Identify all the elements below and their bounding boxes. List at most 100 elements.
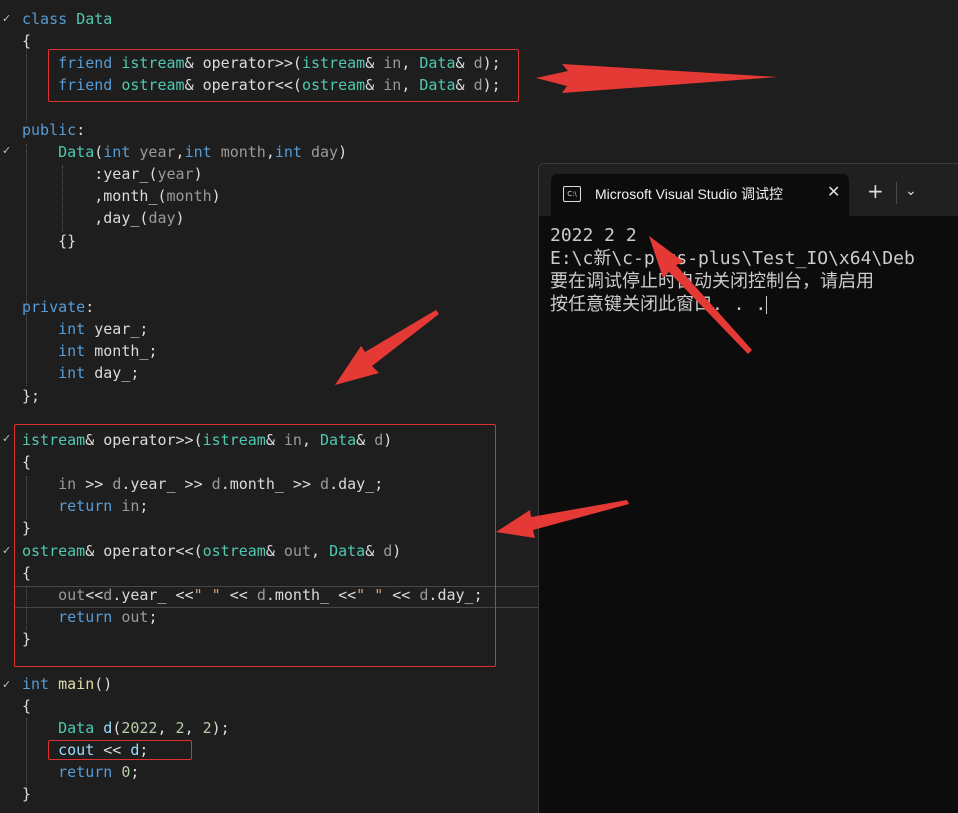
code-token: , <box>265 142 275 161</box>
code-token: Data <box>76 10 113 28</box>
code-token: ); <box>211 718 230 737</box>
console-tab-bar: C:\ Microsoft Visual Studio 调试控 ✕ + ⌄ <box>539 164 958 216</box>
code-line: { <box>22 695 31 717</box>
code-token: month_ <box>103 187 158 206</box>
console-prompt-text: 按任意键关闭此窗口. . . <box>550 294 767 315</box>
code-token: day <box>148 209 176 228</box>
code-line: Data d(2022, 2, 2); <box>22 717 230 739</box>
text-cursor <box>766 296 768 314</box>
fold-chevron-icon[interactable]: ✓ <box>2 13 11 24</box>
code-token: 2 <box>175 718 185 737</box>
friend-declarations-highlight-box <box>48 49 519 102</box>
code-token: , <box>22 209 104 228</box>
code-token: ; <box>148 342 158 361</box>
code-token: ; <box>130 763 140 782</box>
code-token: , <box>184 718 203 737</box>
console-tab-title: Microsoft Visual Studio 调试控 <box>595 186 784 202</box>
code-line: {} <box>22 230 76 252</box>
code-token: Data <box>58 142 95 161</box>
code-token: , <box>22 187 104 206</box>
fold-chevron-icon[interactable]: ✓ <box>2 545 11 556</box>
code-line: }; <box>22 385 40 407</box>
console-output-line: 按任意键关闭此窗口. . . <box>550 293 768 316</box>
code-token: int <box>22 674 59 693</box>
code-token: , <box>175 142 185 161</box>
code-line: public: <box>22 119 85 141</box>
console-output-line: E:\c新\c-plus-plus\Test_IO\x64\Deb <box>550 248 915 269</box>
code-token: int <box>274 142 311 161</box>
code-line: int year_; <box>22 318 148 340</box>
code-token: day <box>311 142 339 161</box>
code-token: : <box>76 120 86 139</box>
code-token: year <box>157 165 194 184</box>
code-token: }; <box>22 386 41 405</box>
code-line: return 0; <box>22 761 139 783</box>
code-token: () <box>94 674 113 693</box>
fold-chevron-icon[interactable]: ✓ <box>2 433 11 444</box>
operator-overloads-highlight-box <box>14 424 496 667</box>
code-token: {} <box>22 231 77 250</box>
code-token: Data <box>58 718 104 737</box>
code-token: int <box>184 142 221 161</box>
code-token: { <box>22 32 32 51</box>
code-line: ,month_(month) <box>22 185 221 207</box>
fold-chevron-icon[interactable]: ✓ <box>2 145 11 156</box>
code-token: 2022 <box>121 718 158 737</box>
code-token: int <box>58 342 95 361</box>
code-token: class <box>22 10 77 28</box>
code-line: :year_(year) <box>22 163 203 185</box>
code-token: ; <box>130 364 140 383</box>
code-token: day_ <box>103 209 140 228</box>
code-token: month_ <box>94 342 149 361</box>
code-token: ( <box>94 142 104 161</box>
code-token: { <box>22 696 32 715</box>
code-token: month <box>220 142 266 161</box>
debug-console-window[interactable]: C:\ Microsoft Visual Studio 调试控 ✕ + ⌄ 20… <box>538 163 958 813</box>
code-line: int main() <box>22 673 112 695</box>
chevron-down-icon[interactable]: ⌄ <box>905 183 917 199</box>
code-token: private <box>22 297 86 316</box>
code-line: int day_; <box>22 362 139 384</box>
code-token: main <box>58 674 95 693</box>
code-token: int <box>58 320 95 339</box>
console-output-line: 要在调试停止时自动关闭控制台，请启用 <box>550 271 874 292</box>
code-token: } <box>22 785 32 804</box>
code-token: year <box>139 142 176 161</box>
code-line: int month_; <box>22 340 157 362</box>
code-token: ) <box>211 187 221 206</box>
code-token: ; <box>139 320 149 339</box>
code-token: : <box>85 297 95 316</box>
code-token: return <box>58 763 122 782</box>
code-token: : <box>22 165 104 184</box>
code-line: private: <box>22 296 94 318</box>
code-line: { <box>22 30 31 52</box>
code-token: ( <box>157 187 167 206</box>
code-token: int <box>103 142 140 161</box>
code-line: Data(int year,int month,int day) <box>22 141 347 163</box>
terminal-icon: C:\ <box>563 186 581 202</box>
code-line: class Data <box>22 8 112 30</box>
tab-divider <box>896 182 897 204</box>
code-token: ) <box>338 142 348 161</box>
code-token: year_ <box>103 165 149 184</box>
new-tab-plus-icon[interactable]: + <box>867 181 884 201</box>
code-token: 2 <box>202 718 212 737</box>
cout-statement-highlight-box <box>48 740 192 760</box>
code-token: d <box>103 718 113 737</box>
code-line: ,day_(day) <box>22 207 185 229</box>
code-token: public <box>22 120 77 139</box>
code-token: ) <box>175 209 185 228</box>
code-token: int <box>58 364 95 383</box>
fold-chevron-icon[interactable]: ✓ <box>2 679 11 690</box>
code-token: year_ <box>94 320 140 339</box>
close-icon[interactable]: ✕ <box>827 182 840 201</box>
console-tab[interactable]: C:\ Microsoft Visual Studio 调试控 ✕ <box>551 174 849 216</box>
code-token: ) <box>193 165 203 184</box>
code-token: day_ <box>94 364 131 383</box>
console-output-line: 2022 2 2 <box>550 225 637 246</box>
